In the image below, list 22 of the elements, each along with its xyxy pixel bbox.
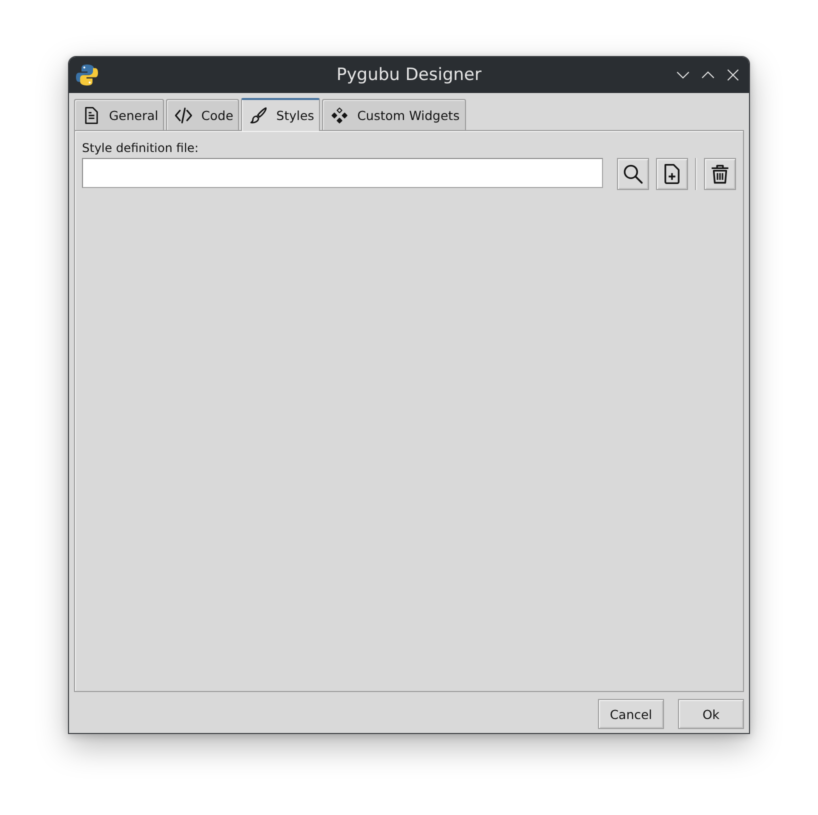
search-button[interactable] [617,158,649,190]
trash-icon [710,164,730,184]
brush-icon [250,107,268,124]
file-path-field[interactable] [82,158,603,188]
field-label: Style definition file: [82,141,199,156]
close-icon [726,68,740,82]
cancel-button[interactable]: Cancel [598,699,664,729]
app-logo-icon [75,63,99,87]
code-icon [175,106,192,124]
tab[interactable]: Custom Widgets [322,99,466,130]
document-icon [83,106,100,124]
delete-button[interactable] [704,158,736,190]
window-title: Pygubu Designer [336,65,482,85]
close-button[interactable] [726,68,740,82]
new-file-button[interactable] [656,158,688,190]
search-icon [623,164,643,184]
ok-button[interactable]: Ok [678,699,744,729]
file-plus-icon [662,164,682,184]
diamonds-icon [331,106,348,124]
tab[interactable]: Code [166,99,240,130]
tab[interactable]: Styles [241,98,320,131]
tab[interactable]: General [74,99,164,130]
